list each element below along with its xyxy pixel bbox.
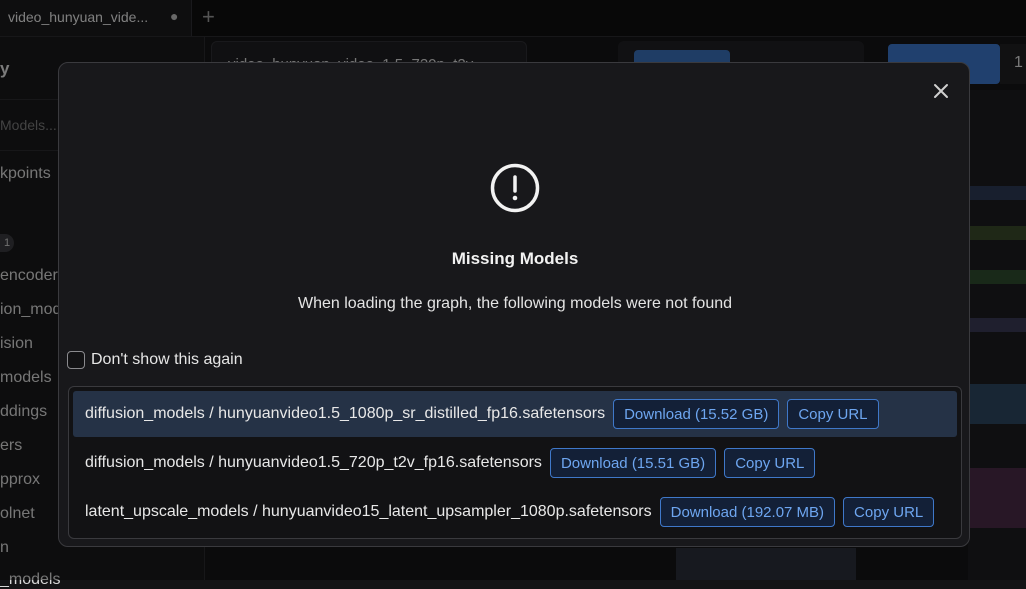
close-icon	[934, 84, 948, 98]
download-button[interactable]: Download (15.52 GB)	[613, 399, 780, 429]
model-name: latent_upscale_models / hunyuanvideo15_l…	[85, 503, 652, 520]
list-item[interactable]: latent_upscale_models / hunyuanvideo15_l…	[73, 489, 957, 535]
dont-show-again-option[interactable]: Don't show this again	[67, 349, 243, 371]
download-button[interactable]: Download (15.51 GB)	[549, 448, 717, 478]
dont-show-again-label: Don't show this again	[91, 351, 243, 368]
list-item[interactable]: diffusion_models / hunyuanvideo1.5_1080p…	[73, 391, 957, 437]
alert-circle-icon	[490, 163, 540, 213]
list-item[interactable]: diffusion_models / hunyuanvideo1.5_720p_…	[73, 440, 957, 486]
missing-models-list: diffusion_models / hunyuanvideo1.5_1080p…	[68, 386, 962, 539]
missing-models-dialog: Missing Models When loading the graph, t…	[58, 62, 970, 547]
dialog-message: When loading the graph, the following mo…	[297, 295, 733, 312]
model-name: diffusion_models / hunyuanvideo1.5_1080p…	[85, 405, 606, 422]
download-button[interactable]: Download (192.07 MB)	[659, 497, 836, 527]
model-name: diffusion_models / hunyuanvideo1.5_720p_…	[85, 454, 542, 471]
dialog-title: Missing Models	[451, 249, 579, 268]
copy-url-button[interactable]: Copy URL	[843, 497, 935, 527]
copy-url-button[interactable]: Copy URL	[724, 448, 816, 478]
dont-show-again-checkbox[interactable]	[67, 351, 85, 369]
close-button[interactable]	[927, 77, 955, 105]
copy-url-button[interactable]: Copy URL	[787, 399, 879, 429]
